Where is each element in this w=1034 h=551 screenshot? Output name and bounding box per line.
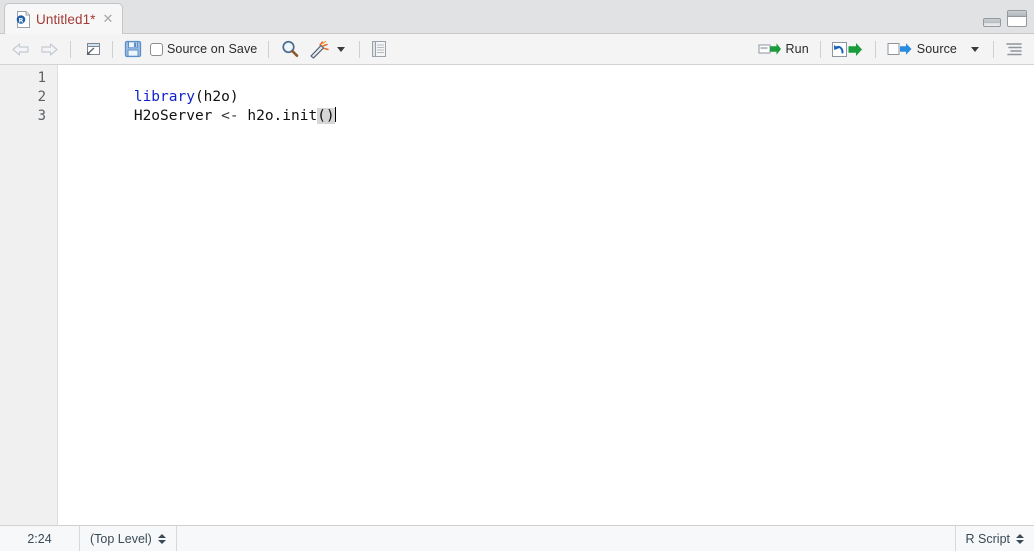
updown-chevron-icon[interactable] (1016, 533, 1024, 544)
notebook-icon (371, 40, 387, 58)
code-text-area[interactable]: library(h2o) H2oServer <- h2o.init() (58, 65, 1034, 525)
close-icon[interactable]: ✕ (103, 13, 114, 26)
source-icon (887, 41, 913, 57)
scope-label: (Top Level) (90, 531, 152, 546)
find-replace-button[interactable] (276, 38, 304, 61)
back-arrow-icon (11, 42, 31, 57)
run-label: Run (785, 42, 809, 56)
line-number: 1 (37, 70, 46, 86)
file-type-selector[interactable]: R Script (954, 526, 1034, 551)
editor-tab-bar: R Untitled1* ✕ (0, 0, 1034, 34)
back-button[interactable] (7, 38, 35, 61)
search-icon (280, 39, 300, 59)
editor-tab-untitled1[interactable]: R Untitled1* ✕ (4, 3, 124, 34)
updown-chevron-icon[interactable] (157, 533, 166, 544)
editor-status-bar: 2:24 (Top Level) R Script (0, 525, 1034, 551)
editor-toolbar: Source on Save Run Source (0, 34, 1034, 65)
rerun-icon (831, 41, 864, 58)
code-token: h2o.init (238, 108, 318, 124)
popout-button[interactable] (78, 38, 105, 61)
source-on-save-label: Source on Save (167, 42, 258, 56)
code-tools-button[interactable] (304, 38, 352, 61)
code-token-matching-bracket: () (317, 108, 335, 124)
source-on-save-toggle[interactable]: Source on Save (146, 38, 261, 61)
maximize-pane-icon[interactable] (1007, 10, 1027, 27)
rstudio-source-pane: R Untitled1* ✕ Source on Save Run Source… (0, 0, 1034, 551)
file-type-label: R Script (965, 531, 1010, 546)
code-token: <- (221, 108, 239, 124)
toolbar-separator (112, 40, 113, 58)
popout-window-icon (82, 41, 101, 58)
text-cursor (334, 107, 336, 122)
forward-arrow-icon (39, 42, 59, 57)
scope-selector[interactable]: (Top Level) (80, 526, 177, 551)
pane-controls (983, 10, 1027, 27)
code-token: (h2o) (194, 89, 239, 105)
forward-button[interactable] (35, 38, 63, 61)
run-icon (758, 41, 782, 57)
save-floppy-icon (124, 40, 142, 58)
line-number: 3 (37, 108, 46, 124)
chevron-down-icon[interactable] (337, 46, 346, 52)
code-token: H2oServer (133, 108, 222, 124)
minimize-pane-icon[interactable] (983, 18, 1001, 27)
cursor-position: 2:24 (0, 526, 80, 551)
toolbar-separator (359, 40, 361, 58)
code-line-1[interactable]: library(h2o) (64, 69, 1034, 105)
line-number-gutter: 1 2 3 (0, 65, 58, 525)
document-outline-button[interactable] (1001, 38, 1027, 61)
code-editor[interactable]: 1 2 3 library(h2o) H2oServer <- h2o.init… (0, 65, 1034, 525)
source-label: Source (916, 42, 957, 56)
line-number: 2 (37, 89, 46, 105)
rerun-button[interactable] (828, 38, 868, 61)
toolbar-separator (993, 40, 994, 58)
r-script-file-icon: R (16, 10, 31, 28)
source-on-save-checkbox[interactable] (150, 42, 163, 56)
magic-wand-icon (308, 39, 330, 59)
editor-tab-label: Untitled1* (36, 11, 96, 27)
code-token: library (133, 89, 195, 105)
save-button[interactable] (120, 38, 146, 61)
outline-icon (1005, 41, 1023, 57)
toolbar-separator (70, 40, 71, 58)
chevron-down-icon[interactable] (971, 46, 979, 52)
source-button[interactable]: Source (883, 38, 986, 61)
toolbar-separator (819, 40, 821, 58)
run-button[interactable]: Run (754, 38, 813, 61)
toolbar-separator (874, 40, 876, 58)
compile-report-button[interactable] (367, 38, 391, 61)
toolbar-separator (268, 40, 270, 58)
svg-text:R: R (19, 17, 24, 24)
